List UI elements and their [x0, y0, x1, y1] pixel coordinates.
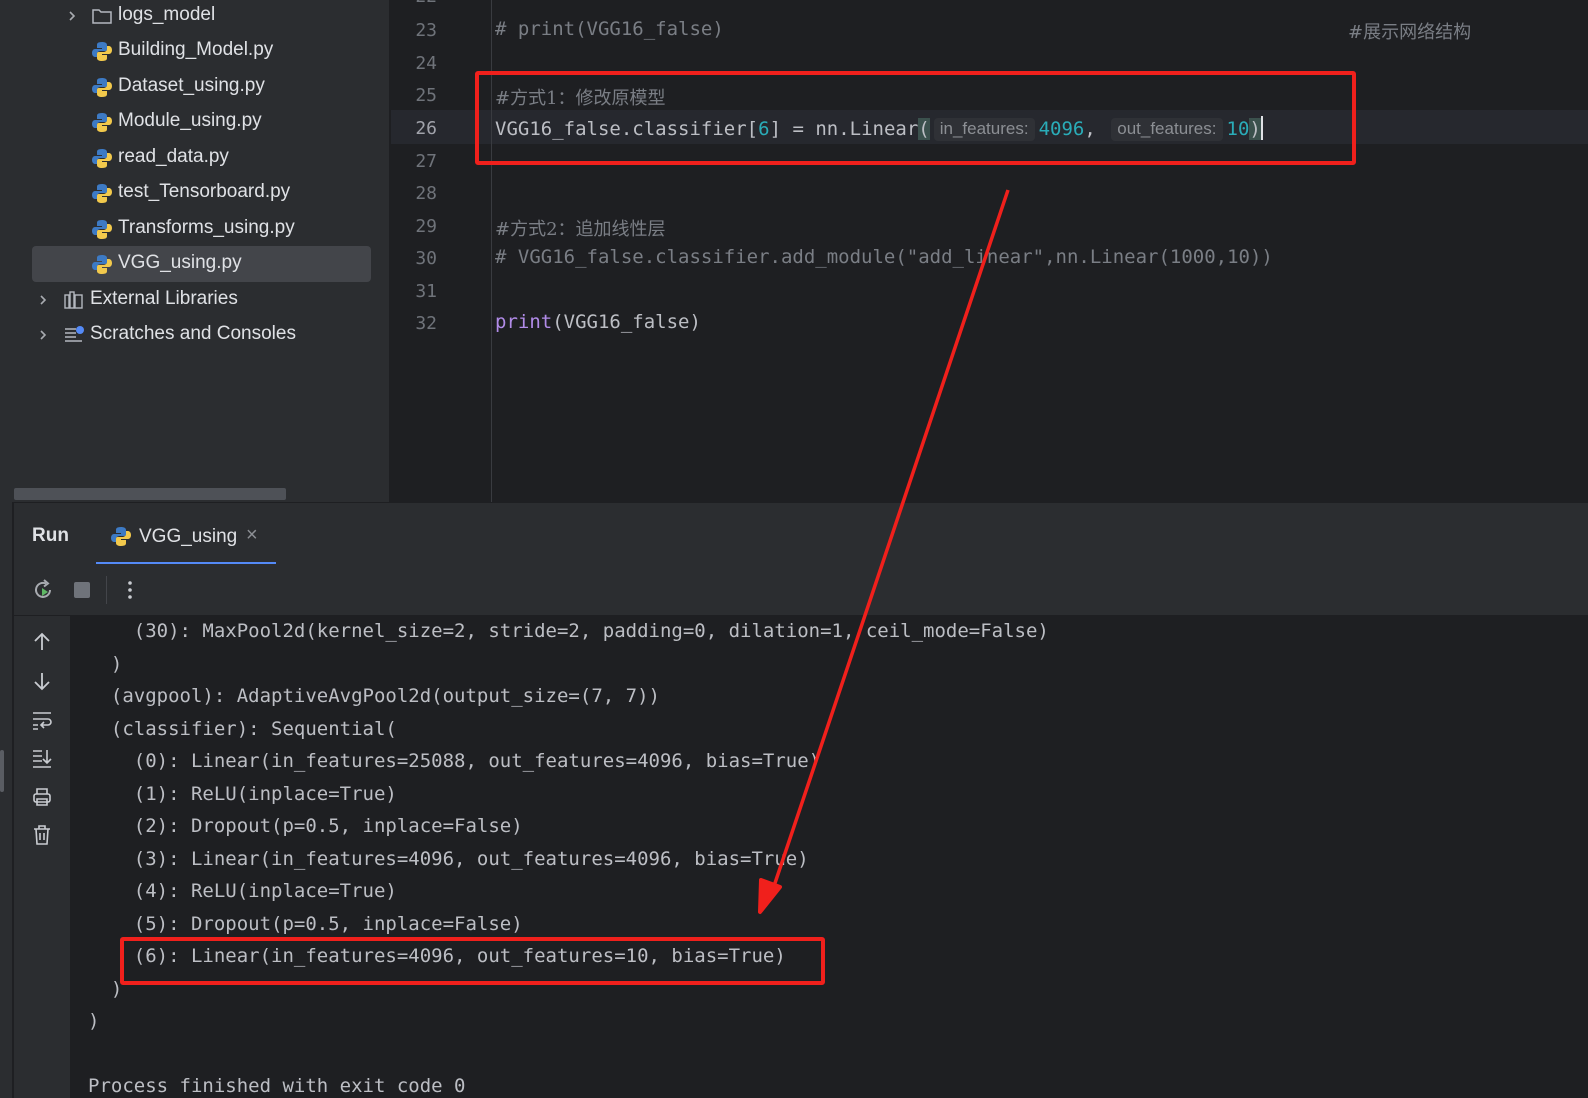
chevron-right-icon[interactable] — [36, 328, 50, 342]
console-output[interactable]: (30): MaxPool2d(kernel_size=2, stride=2,… — [70, 616, 1588, 1098]
rerun-button[interactable] — [28, 575, 58, 605]
tree-item-external-libraries[interactable]: External Libraries — [20, 282, 371, 318]
tree-item-label: External Libraries — [90, 288, 238, 309]
horizontal-scrollbar[interactable] — [14, 488, 286, 500]
line-number: 24 — [415, 53, 437, 74]
code-line-23: # print(VGG16_false) — [495, 18, 724, 40]
library-icon — [64, 291, 83, 309]
tool-strip-indicator — [0, 750, 4, 792]
console-line: (30): MaxPool2d(kernel_size=2, stride=2,… — [88, 620, 1049, 642]
console-line: (2): Dropout(p=0.5, inplace=False) — [88, 815, 523, 837]
soft-wrap-button[interactable] — [28, 706, 56, 734]
tree-item-read-data[interactable]: read_data.py — [20, 140, 371, 176]
python-file-icon — [92, 113, 112, 132]
python-file-icon — [92, 255, 112, 274]
line-number: 30 — [415, 248, 437, 269]
line-number: 32 — [415, 313, 437, 334]
soft-wrap-icon — [33, 712, 52, 730]
python-file-icon — [92, 42, 112, 61]
console-line: Process finished with exit code 0 — [88, 1075, 466, 1097]
code-line-23-comment: #展示网络结构 — [1348, 22, 1472, 43]
code-line-32: print(VGG16_false) — [495, 311, 701, 333]
line-number: 27 — [415, 151, 437, 172]
clear-all-button[interactable] — [28, 821, 56, 849]
stop-button[interactable] — [67, 575, 97, 605]
print-button[interactable] — [28, 783, 56, 811]
tree-item-label: Module_using.py — [118, 110, 262, 131]
console-line: (1): ReLU(inplace=True) — [88, 783, 397, 805]
code-line-29: #方式2：追加线性层 — [495, 219, 666, 240]
run-tab-vgg-using[interactable]: VGG_using × — [96, 513, 276, 565]
rerun-icon — [35, 579, 51, 598]
tree-item-label: VGG_using.py — [118, 252, 242, 273]
project-tree: logs_model Building_Model.py Dataset_usi… — [0, 0, 390, 502]
code-token: (VGG16_false) — [552, 311, 701, 333]
python-file-icon — [92, 220, 112, 239]
chevron-right-icon[interactable] — [65, 9, 79, 23]
tree-item-label: test_Tensorboard.py — [118, 181, 291, 202]
run-tab-label: VGG_using — [139, 526, 238, 547]
tree-item-test-tensorboard[interactable]: test_Tensorboard.py — [20, 175, 371, 211]
print-icon — [33, 788, 51, 806]
tree-item-label: logs_model — [118, 4, 216, 25]
line-number: 31 — [415, 281, 437, 302]
run-panel-title: Run — [32, 525, 69, 546]
stop-icon — [74, 582, 90, 598]
toolbar-separator — [106, 576, 107, 604]
console-line: ) — [88, 653, 123, 675]
tree-item-label: read_data.py — [118, 146, 229, 167]
tree-item-label: Transforms_using.py — [118, 217, 295, 238]
python-file-icon — [92, 184, 112, 203]
tree-item-transforms-using[interactable]: Transforms_using.py — [20, 211, 371, 247]
line-number: 22 — [391, 0, 437, 7]
console-line: (3): Linear(in_features=4096, out_featur… — [88, 848, 809, 870]
code-line-30: # VGG16_false.classifier.add_module("add… — [495, 246, 1273, 268]
scroll-to-end-icon — [33, 750, 52, 768]
console-line: (5): Dropout(p=0.5, inplace=False) — [88, 913, 523, 935]
console-line: ) — [88, 978, 123, 1000]
code-keyword: print — [495, 311, 553, 333]
scratches-icon — [65, 326, 84, 342]
run-toolbar — [14, 564, 1588, 616]
tree-item-label: Building_Model.py — [118, 39, 274, 60]
python-file-icon — [92, 78, 112, 97]
arrow-down-icon — [34, 673, 50, 691]
tree-item-scratches-consoles[interactable]: Scratches and Consoles — [20, 317, 371, 353]
arrow-up-icon — [34, 632, 50, 650]
line-number: 25 — [415, 85, 437, 106]
tree-item-dataset-using[interactable]: Dataset_using.py — [20, 69, 371, 105]
line-number: 29 — [415, 216, 437, 237]
tree-item-vgg-using[interactable]: VGG_using.py — [32, 246, 371, 282]
line-number: 23 — [415, 20, 437, 41]
console-line: (4): ReLU(inplace=True) — [88, 880, 397, 902]
python-file-icon — [92, 149, 112, 168]
line-number-current: 26 — [415, 118, 437, 139]
more-options-button[interactable] — [115, 575, 145, 605]
tree-item-logs-model[interactable]: logs_model — [20, 0, 371, 34]
tree-item-label: Dataset_using.py — [118, 75, 265, 96]
scroll-up-button[interactable] — [28, 628, 56, 656]
tree-item-building-model[interactable]: Building_Model.py — [20, 33, 371, 69]
tree-item-module-using[interactable]: Module_using.py — [20, 104, 371, 140]
scroll-to-end-button[interactable] — [28, 744, 56, 772]
line-number: 28 — [415, 183, 437, 204]
close-icon[interactable]: × — [246, 524, 258, 547]
more-vertical-icon — [128, 581, 132, 599]
console-line: (classifier): Sequential( — [88, 718, 397, 740]
folder-icon — [92, 9, 112, 24]
scroll-down-button[interactable] — [28, 667, 56, 695]
run-panel-header: Run VGG_using × — [14, 502, 1588, 565]
python-file-icon — [111, 527, 131, 546]
console-line: (avgpool): AdaptiveAvgPool2d(output_size… — [88, 685, 660, 707]
chevron-right-icon[interactable] — [36, 293, 50, 307]
console-line: (0): Linear(in_features=25088, out_featu… — [88, 750, 821, 772]
console-line: ) — [88, 1010, 100, 1032]
annotation-box-output — [120, 937, 825, 985]
annotation-box-code — [475, 71, 1356, 165]
run-side-toolbar — [14, 616, 70, 1098]
tree-item-label: Scratches and Consoles — [90, 323, 296, 344]
trash-icon — [34, 825, 50, 845]
